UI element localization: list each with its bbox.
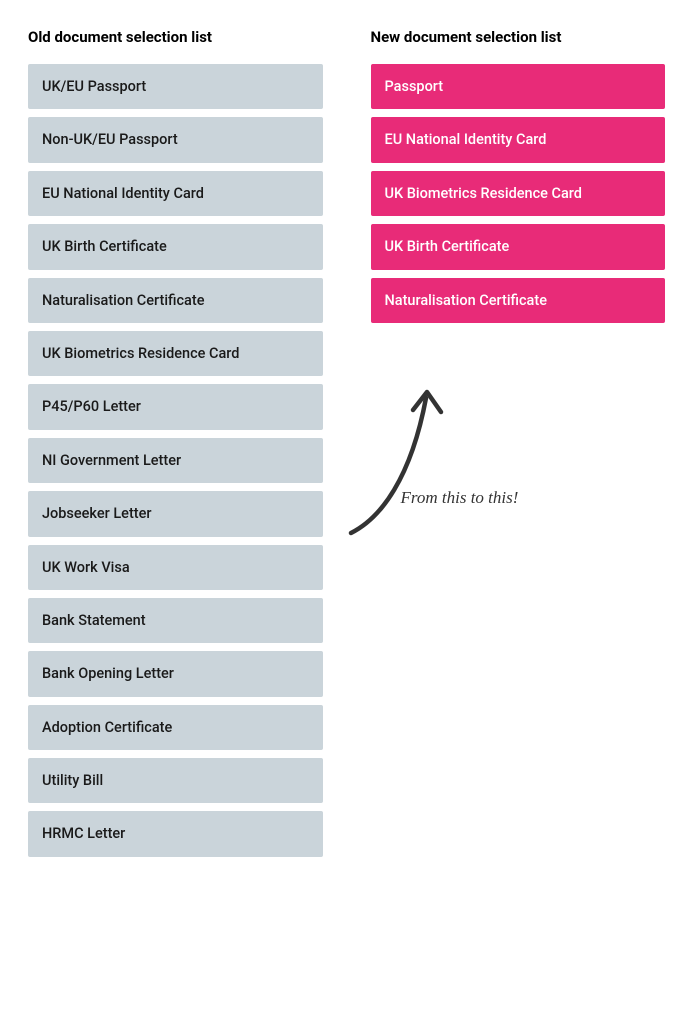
- list-item[interactable]: P45/P60 Letter: [28, 384, 323, 429]
- list-item[interactable]: Bank Statement: [28, 598, 323, 643]
- list-item[interactable]: Utility Bill: [28, 758, 323, 803]
- annotation-caption: From this to this!: [401, 488, 519, 508]
- comparison-columns: Old document selection list UK/EU Passpo…: [28, 28, 665, 857]
- list-item[interactable]: UK Biometrics Residence Card: [371, 171, 666, 216]
- list-item[interactable]: Naturalisation Certificate: [28, 278, 323, 323]
- list-item[interactable]: EU National Identity Card: [28, 171, 323, 216]
- list-item[interactable]: Adoption Certificate: [28, 705, 323, 750]
- old-heading: Old document selection list: [28, 28, 323, 46]
- new-heading: New document selection list: [371, 28, 666, 46]
- arrow-icon: [341, 368, 481, 548]
- list-item[interactable]: Non-UK/EU Passport: [28, 117, 323, 162]
- old-list: UK/EU Passport Non-UK/EU Passport EU Natio…: [28, 64, 323, 857]
- list-item[interactable]: NI Government Letter: [28, 438, 323, 483]
- list-item[interactable]: UK Birth Certificate: [28, 224, 323, 269]
- list-item[interactable]: UK Biometrics Residence Card: [28, 331, 323, 376]
- list-item[interactable]: Jobseeker Letter: [28, 491, 323, 536]
- list-item[interactable]: EU National Identity Card: [371, 117, 666, 162]
- list-item[interactable]: UK Work Visa: [28, 545, 323, 590]
- list-item[interactable]: UK Birth Certificate: [371, 224, 666, 269]
- annotation: From this to this!: [341, 368, 621, 548]
- new-list: Passport EU National Identity Card UK Biom…: [371, 64, 666, 323]
- new-column: New document selection list Passport EU N…: [371, 28, 666, 323]
- list-item[interactable]: UK/EU Passport: [28, 64, 323, 109]
- old-column: Old document selection list UK/EU Passpo…: [28, 28, 323, 857]
- list-item[interactable]: Bank Opening Letter: [28, 651, 323, 696]
- list-item[interactable]: Passport: [371, 64, 666, 109]
- list-item[interactable]: HRMC Letter: [28, 811, 323, 856]
- list-item[interactable]: Naturalisation Certificate: [371, 278, 666, 323]
